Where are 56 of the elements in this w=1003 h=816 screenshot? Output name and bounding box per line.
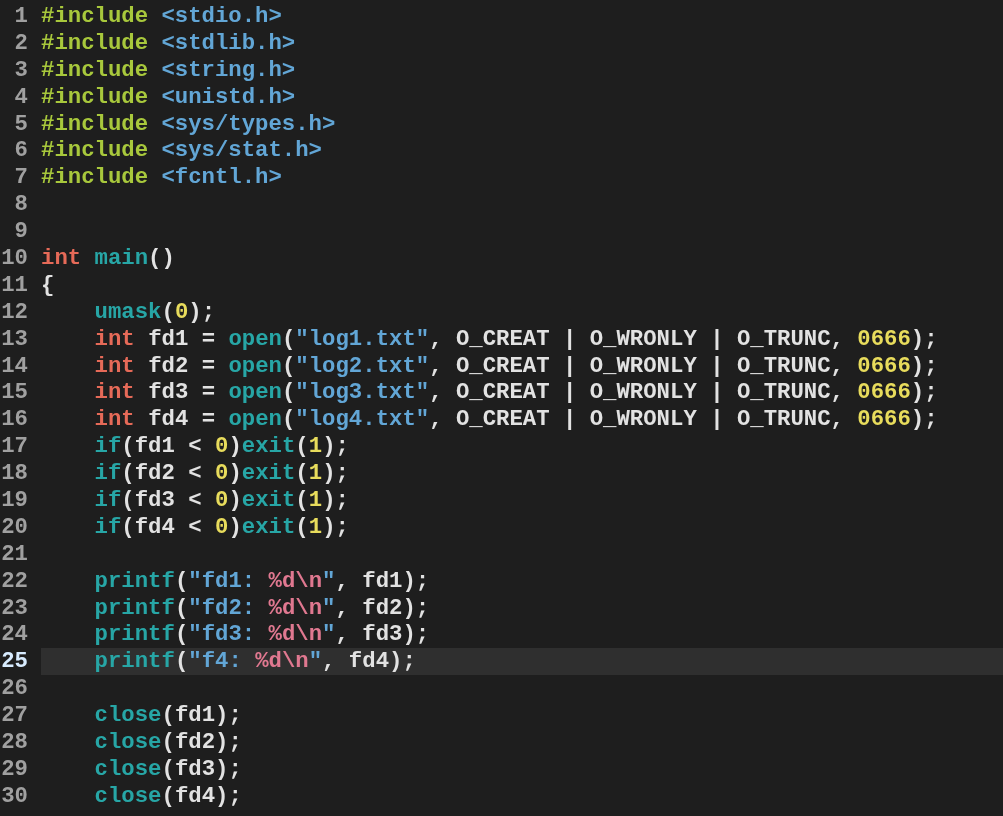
- line-number: 13: [0, 325, 29, 353]
- code-line: #include <fcntl.h>: [41, 164, 282, 191]
- line-number: 6: [13, 137, 29, 165]
- line-number: 22: [0, 567, 29, 595]
- code-line: #include <sys/types.h>: [41, 110, 336, 137]
- code-line: printf("fd3: %d\n", fd3);: [94, 621, 430, 648]
- line-number: 27: [0, 702, 29, 730]
- code-line: close(fd3);: [94, 755, 242, 782]
- line-number: 7: [13, 164, 29, 192]
- line-number: 21: [0, 540, 29, 568]
- line-number: 10: [0, 245, 29, 272]
- line-number: 24: [0, 621, 29, 649]
- line-number: 9: [13, 218, 29, 245]
- code-line: #include <sys/stat.h>: [41, 137, 322, 164]
- code-line: printf("f4: %d\n", fd4);: [94, 648, 416, 675]
- line-number: 26: [0, 675, 29, 703]
- code-line: #include <stdlib.h>: [41, 29, 296, 56]
- code-line: if(fd2 < 0)exit(1);: [94, 460, 349, 487]
- line-number: 3: [13, 56, 29, 84]
- code-line: printf("fd2: %d\n", fd2);: [94, 594, 430, 621]
- line-number: 30: [0, 782, 29, 810]
- code-line: printf("fd1: %d\n", fd1);: [94, 567, 430, 594]
- code-line: close(fd4);: [94, 782, 242, 809]
- line-number: 2: [13, 29, 29, 57]
- line-number: 19: [0, 487, 29, 514]
- line-number: 8: [13, 191, 29, 219]
- line-number: 11: [0, 271, 29, 299]
- code-line: int fd1 = open("log1.txt", O_CREAT | O_WRONLY | O_TRUNC, 0666);: [94, 325, 938, 352]
- code-line: close(fd1);: [94, 702, 242, 729]
- code-line: if(fd1 < 0)exit(1);: [94, 433, 349, 460]
- line-number: 20: [0, 513, 29, 541]
- line-number: 28: [0, 729, 29, 756]
- code-line: int fd3 = open("log3.txt", O_CREAT | O_WRONLY | O_TRUNC, 0666);: [94, 379, 938, 406]
- line-number: 23: [0, 594, 29, 622]
- line-number: 1: [13, 3, 29, 30]
- code-line: int main(): [41, 245, 175, 271]
- code-line: #include <string.h>: [41, 56, 296, 83]
- code-line: #include <unistd.h>: [41, 83, 296, 110]
- code-line: if(fd3 < 0)exit(1);: [94, 487, 349, 514]
- line-number: 16: [0, 406, 29, 434]
- line-number: 17: [0, 433, 29, 461]
- code-line: {: [41, 271, 55, 298]
- line-number: 25: [0, 648, 29, 676]
- code-line: #include <stdio.h>: [41, 3, 282, 29]
- line-number: 4: [13, 83, 29, 111]
- code-line: umask(0);: [94, 298, 216, 325]
- line-number: 14: [0, 352, 29, 380]
- line-number: 15: [0, 379, 29, 407]
- line-number: 12: [0, 298, 29, 326]
- code-line: if(fd4 < 0)exit(1);: [94, 513, 349, 540]
- line-number: 29: [0, 755, 29, 783]
- line-number: 18: [0, 460, 29, 488]
- code-line: close(fd2);: [94, 729, 242, 756]
- code-line: int fd4 = open("log4.txt", O_CREAT | O_WRONLY | O_TRUNC, 0666);: [94, 406, 938, 433]
- code-line: int fd2 = open("log2.txt", O_CREAT | O_WRONLY | O_TRUNC, 0666);: [94, 352, 938, 379]
- line-number: 5: [13, 110, 29, 138]
